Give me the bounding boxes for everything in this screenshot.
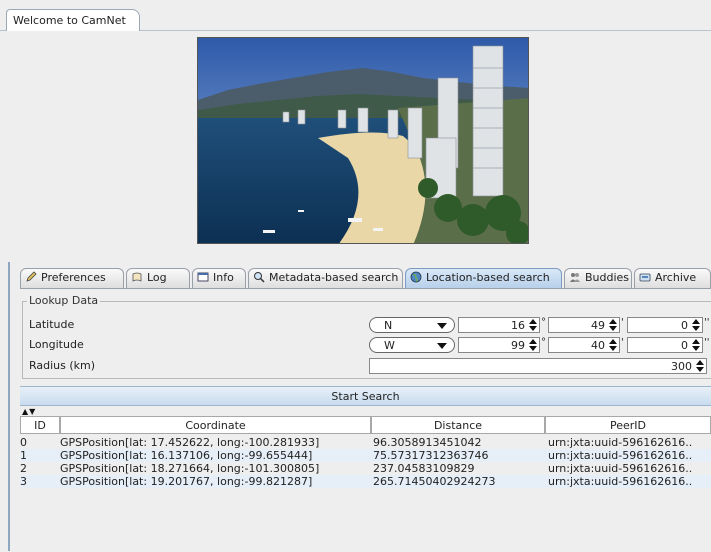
spinner-arrows-icon[interactable] (692, 339, 700, 351)
tab-label: Archive (655, 271, 697, 284)
radius-spinner[interactable]: 300 (369, 358, 707, 374)
start-search-button[interactable]: Start Search (20, 386, 711, 406)
table-row[interactable]: 2 GPSPosition[lat: 18.271664, long:-101.… (20, 462, 711, 475)
longitude-minutes-spinner[interactable]: 40 (548, 337, 620, 353)
tab-buddies[interactable]: Buddies (564, 268, 632, 288)
column-header-coordinate[interactable]: Coordinate (60, 416, 371, 434)
cell-peerid: urn:jxta:uuid-596162616.. (548, 436, 693, 449)
cell-distance: 265.71450402924273 (373, 475, 496, 488)
cell-distance: 75.57317312363746 (373, 449, 489, 462)
latitude-hemisphere-value: N (384, 319, 393, 332)
latitude-minutes-value: 49 (591, 319, 605, 332)
spinner-arrows-icon[interactable] (609, 339, 617, 351)
cell-coordinate: GPSPosition[lat: 18.271664, long:-101.30… (60, 462, 320, 475)
cell-peerid: urn:jxta:uuid-596162616.. (548, 475, 693, 488)
tab-label: Log (147, 271, 167, 284)
spinner-arrows-icon[interactable] (529, 319, 537, 331)
beach-city-photo (197, 37, 529, 244)
cell-id: 3 (20, 475, 27, 488)
tab-label: Metadata-based search (269, 271, 399, 284)
radius-label: Radius (km) (29, 359, 96, 372)
latitude-minutes-spinner[interactable]: 49 (548, 317, 620, 333)
cell-id: 2 (20, 462, 27, 475)
chevron-down-icon (437, 323, 447, 329)
column-header-id[interactable]: ID (20, 416, 60, 434)
minute-unit: ' (621, 337, 624, 348)
spinner-arrows-icon[interactable] (609, 319, 617, 331)
latitude-degrees-value: 16 (511, 319, 525, 332)
tab-label: Info (213, 271, 234, 284)
spinner-arrows-icon[interactable] (692, 319, 700, 331)
cell-id: 1 (20, 449, 27, 462)
cell-peerid: urn:jxta:uuid-596162616.. (548, 449, 693, 462)
cell-id: 0 (20, 436, 27, 449)
latitude-seconds-value: 0 (681, 319, 688, 332)
latitude-degrees-spinner[interactable]: 16 (458, 317, 540, 333)
longitude-label: Longitude (29, 338, 84, 351)
degree-unit: ° (541, 337, 546, 348)
cell-coordinate: GPSPosition[lat: 16.137106, long:-99.655… (60, 449, 313, 462)
spinner-arrows-icon[interactable] (529, 339, 537, 351)
globe-icon (410, 271, 422, 283)
tab-log[interactable]: Log (126, 268, 190, 288)
longitude-minutes-value: 40 (591, 339, 605, 352)
lookup-title: Lookup Data (27, 294, 101, 307)
drive-icon (639, 271, 651, 283)
radius-value: 300 (671, 360, 692, 373)
tab-label: Preferences (41, 271, 106, 284)
cell-distance: 96.3058913451042 (373, 436, 482, 449)
longitude-hemisphere-value: W (384, 339, 395, 352)
longitude-degrees-spinner[interactable]: 99 (458, 337, 540, 353)
window-icon (197, 271, 209, 283)
latitude-hemisphere-select[interactable]: N (369, 317, 455, 333)
latitude-seconds-spinner[interactable]: 0 (627, 317, 703, 333)
longitude-hemisphere-select[interactable]: W (369, 337, 455, 353)
second-unit: '' (704, 317, 710, 328)
cell-distance: 237.04583109829 (373, 462, 475, 475)
longitude-seconds-value: 0 (681, 339, 688, 352)
column-header-peerid[interactable]: PeerID (545, 416, 711, 434)
spinner-arrows-icon[interactable] (696, 360, 704, 372)
magnifier-icon (253, 271, 265, 283)
sort-indicator-icon[interactable]: ▲▼ (22, 407, 36, 416)
tab-label: Buddies (585, 271, 630, 284)
tab-row: Preferences Log Info Metadata-based sear… (20, 268, 711, 288)
tab-archive[interactable]: Archive (634, 268, 711, 288)
minute-unit: ' (621, 317, 624, 328)
longitude-seconds-spinner[interactable]: 0 (627, 337, 703, 353)
people-icon (569, 271, 581, 283)
tab-location-search[interactable]: Location-based search (405, 268, 562, 288)
latitude-label: Latitude (29, 318, 75, 331)
table-row[interactable]: 3 GPSPosition[lat: 19.201767, long:-99.8… (20, 475, 711, 488)
degree-unit: ° (541, 317, 546, 328)
scroll-icon (131, 271, 143, 283)
column-header-distance[interactable]: Distance (371, 416, 545, 434)
table-header: ID Coordinate Distance PeerID (20, 416, 711, 434)
table-row[interactable]: 1 GPSPosition[lat: 16.137106, long:-99.6… (20, 449, 711, 462)
table-row[interactable]: 0 GPSPosition[lat: 17.452622, long:-100.… (20, 436, 711, 449)
pencil-icon (25, 271, 37, 283)
tab-metadata-search[interactable]: Metadata-based search (248, 268, 403, 288)
tab-info[interactable]: Info (192, 268, 246, 288)
cell-peerid: urn:jxta:uuid-596162616.. (548, 462, 693, 475)
second-unit: '' (704, 337, 710, 348)
longitude-degrees-value: 99 (511, 339, 525, 352)
tab-preferences[interactable]: Preferences (20, 268, 124, 288)
tab-welcome[interactable]: Welcome to CamNet (6, 9, 140, 31)
chevron-down-icon (437, 343, 447, 349)
cell-coordinate: GPSPosition[lat: 19.201767, long:-99.821… (60, 475, 313, 488)
cell-coordinate: GPSPosition[lat: 17.452622, long:-100.28… (60, 436, 320, 449)
tab-label: Location-based search (426, 271, 550, 284)
